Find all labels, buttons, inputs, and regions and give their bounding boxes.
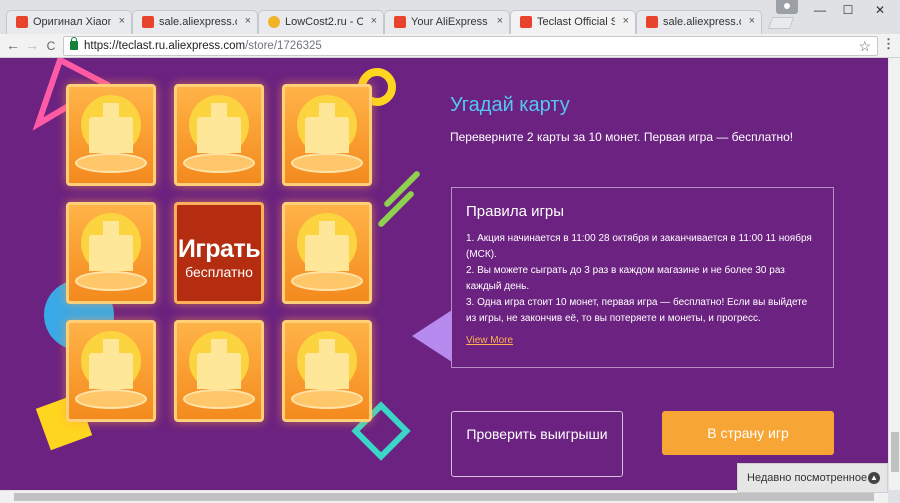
game-card[interactable] [66, 84, 156, 186]
aliexpress-icon [16, 16, 28, 28]
game-subtitle: Переверните 2 карты за 10 монет. Первая … [450, 130, 794, 144]
vertical-scrollbar[interactable] [888, 58, 900, 490]
close-icon[interactable]: × [749, 15, 755, 27]
castle-icon [197, 103, 241, 153]
game-card[interactable] [66, 202, 156, 304]
play-free-card[interactable]: Играть бесплатно [174, 202, 264, 304]
castle-icon [197, 339, 241, 389]
tab-strip: Оригинал Xiaomi Mi × sale.aliexpress.com… [0, 0, 900, 34]
play-subtitle: бесплатно [185, 264, 253, 280]
game-title: Угадай карту [450, 94, 570, 116]
aliexpress-icon [394, 16, 406, 28]
tab-title: sale.aliexpress.com/ru [159, 16, 237, 28]
close-icon[interactable]: × [245, 15, 251, 27]
play-title: Играть [177, 235, 261, 263]
castle-icon [89, 221, 133, 271]
url-text: https://teclast.ru.aliexpress.com/store/… [84, 40, 322, 52]
rules-title: Правила игры [466, 203, 565, 220]
back-icon[interactable]: ← [5, 37, 21, 53]
url-path: /store/1726325 [245, 40, 322, 52]
tab-teclast[interactable]: Teclast Official Store - × [510, 10, 636, 34]
rules-box: Правила игры 1. Акция начинается в 11:00… [451, 187, 834, 368]
card-base [75, 271, 147, 291]
rule-item: 1. Акция начинается в 11:00 28 октября и… [466, 233, 812, 260]
violet-triangle-decoration [412, 310, 452, 362]
game-card[interactable] [282, 320, 372, 422]
recently-viewed-label: Недавно посмотренное [747, 472, 868, 484]
rule-item: 2. Вы можете сыграть до 3 раз в каждом м… [466, 265, 785, 292]
card-base [183, 153, 255, 173]
card-base [291, 153, 363, 173]
lock-icon [70, 37, 78, 50]
scroll-thumb[interactable] [14, 493, 874, 501]
view-more-link[interactable]: View More [466, 335, 513, 346]
castle-icon [305, 221, 349, 271]
close-icon[interactable]: × [371, 15, 377, 27]
lowcost-icon [268, 16, 280, 28]
browser-toolbar: ← → C https://teclast.ru.aliexpress.com/… [0, 34, 900, 58]
game-card[interactable] [282, 202, 372, 304]
tab-sale-2[interactable]: sale.aliexpress.com/ru × [636, 10, 762, 34]
recently-viewed-bar[interactable]: Недавно посмотренное ▲ [737, 463, 888, 493]
profile-icon[interactable] [776, 0, 798, 14]
game-card[interactable] [66, 320, 156, 422]
games-country-button[interactable]: В страну игр [662, 411, 834, 455]
tab-sale[interactable]: sale.aliexpress.com/ru × [132, 10, 258, 34]
tab-lowcost[interactable]: LowCost2.ru - Обзор × [258, 10, 384, 34]
castle-icon [305, 103, 349, 153]
tab-xiaomi[interactable]: Оригинал Xiaomi Mi × [6, 10, 132, 34]
tab-title: sale.aliexpress.com/ru [663, 16, 741, 28]
tab-title: Teclast Official Store - [537, 16, 615, 28]
card-base [75, 153, 147, 173]
chevron-up-icon[interactable]: ▲ [868, 472, 880, 484]
new-tab-button[interactable] [767, 17, 795, 29]
minimize-button[interactable]: — [806, 3, 834, 17]
card-base [75, 389, 147, 409]
close-icon[interactable]: × [623, 15, 629, 27]
maximize-button[interactable]: ☐ [834, 3, 862, 17]
close-icon[interactable]: × [119, 15, 125, 27]
tab-title: Оригинал Xiaomi Mi [33, 16, 111, 28]
check-winnings-button[interactable]: Проверить выигрыши [451, 411, 623, 477]
rules-list: 1. Акция начинается в 11:00 28 октября и… [466, 231, 819, 327]
card-base [183, 389, 255, 409]
game-card[interactable] [282, 84, 372, 186]
game-card[interactable] [174, 320, 264, 422]
bookmark-star-icon[interactable]: ☆ [858, 38, 871, 55]
tab-title: LowCost2.ru - Обзор [285, 16, 363, 28]
url-host: https://teclast.ru.aliexpress.com [84, 40, 246, 52]
tab-title: Your AliExpress shopp [411, 16, 489, 28]
card-base [291, 389, 363, 409]
chrome-menu-icon[interactable]: ⋮ [882, 37, 895, 50]
aliexpress-icon [142, 16, 154, 28]
castle-icon [89, 339, 133, 389]
close-window-button[interactable]: ✕ [866, 3, 894, 17]
aliexpress-icon [646, 16, 658, 28]
castle-icon [305, 339, 349, 389]
aliexpress-icon [520, 16, 532, 28]
game-card[interactable] [174, 84, 264, 186]
reload-icon[interactable]: C [43, 39, 59, 53]
address-bar[interactable]: https://teclast.ru.aliexpress.com/store/… [63, 36, 878, 56]
castle-icon [89, 103, 133, 153]
close-icon[interactable]: × [497, 15, 503, 27]
scroll-thumb[interactable] [891, 432, 899, 472]
forward-icon[interactable]: → [24, 37, 40, 53]
tab-shopping[interactable]: Your AliExpress shopp × [384, 10, 510, 34]
page-content: Играть бесплатно Угадай карту Перевернит… [0, 58, 888, 490]
card-base [291, 271, 363, 291]
rule-item: 3. Одна игра стоит 10 монет, первая игра… [466, 297, 808, 324]
